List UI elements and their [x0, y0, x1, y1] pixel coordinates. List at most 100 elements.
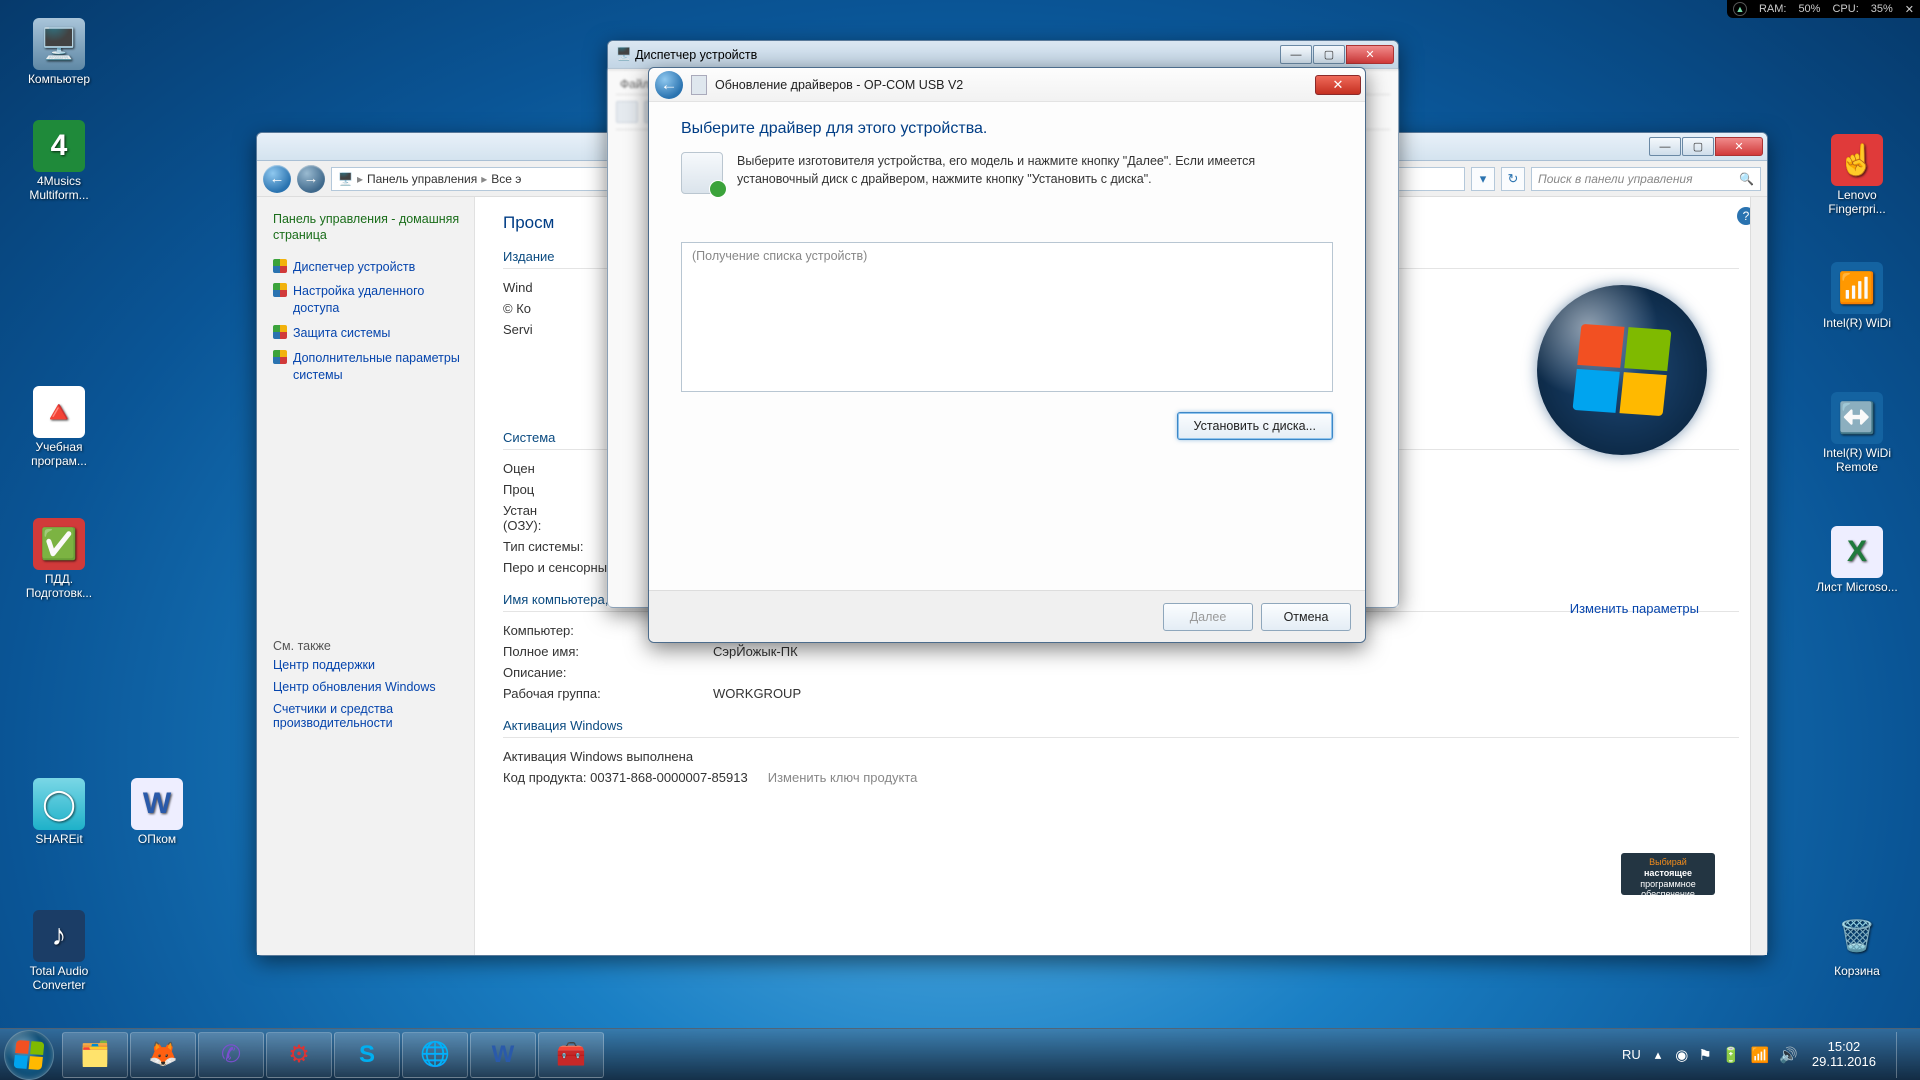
minimize-button[interactable]: — — [1649, 137, 1681, 156]
task-item-skype[interactable]: S — [334, 1032, 400, 1078]
sidebar-link-update[interactable]: Центр обновления Windows — [273, 677, 464, 697]
breadcrumb-root-icon: 🖥️ — [338, 172, 353, 186]
close-button[interactable]: ✕ — [1715, 137, 1763, 156]
task-item-firefox[interactable]: 🦊 — [130, 1032, 196, 1078]
dm-icon: 🖥️ — [616, 47, 632, 62]
netid-row: Рабочая группа:WORKGROUP — [503, 683, 1739, 704]
tray-up-icon[interactable]: ▴ — [1655, 1047, 1662, 1063]
tray-flag-icon[interactable]: ⚑ — [1698, 1046, 1711, 1064]
monitor-badge-icon: ▲ — [1733, 2, 1747, 16]
system-monitor-bar: ▲ RAM: 50% CPU: 35% ✕ — [1727, 0, 1920, 18]
task-item-app[interactable]: ⚙ — [266, 1032, 332, 1078]
shield-icon — [273, 325, 287, 339]
desktop-icon-recycle-bin[interactable]: 🗑️ Корзина — [1812, 910, 1902, 978]
task-items: 🗂️ 🦊 ✆ ⚙ S 🌐 W 🧰 — [62, 1032, 604, 1078]
close-button[interactable]: ✕ — [1315, 75, 1361, 95]
app-icon: ☝️ — [1831, 134, 1883, 186]
computer-icon: 🖥️ — [33, 18, 85, 70]
desktop-icon-total-audio[interactable]: ♪ Total Audio Converter — [14, 910, 104, 992]
refresh-button[interactable]: ↻ — [1501, 167, 1525, 191]
sidebar-home-link[interactable]: Панель управления - домашняя страница — [273, 211, 464, 244]
task-item-browser[interactable]: 🌐 — [402, 1032, 468, 1078]
breadcrumb-root[interactable]: Панель управления — [367, 172, 477, 186]
desktop-icon-computer[interactable]: 🖥️ Компьютер — [14, 18, 104, 86]
change-key-link[interactable]: Изменить ключ продукта — [768, 770, 918, 785]
sidebar-item-remote[interactable]: Настройка удаленного доступа — [273, 280, 464, 320]
sidebar-item-device-manager[interactable]: Диспетчер устройств — [273, 256, 464, 279]
change-params-link[interactable]: Изменить параметры — [1552, 601, 1699, 616]
task-item-toolbox[interactable]: 🧰 — [538, 1032, 604, 1078]
search-input[interactable]: Поиск в панели управления 🔍 — [1531, 167, 1761, 191]
scrollbar[interactable] — [1750, 197, 1767, 955]
shield-icon — [273, 350, 287, 364]
tray-network-icon[interactable]: 📶 — [1751, 1046, 1770, 1064]
shield-icon — [273, 259, 287, 273]
netid-row: Описание: — [503, 662, 1739, 683]
driver-update-wizard: ← Обновление драйверов - OP-COM USB V2 ✕… — [648, 67, 1366, 643]
netid-row: Полное имя:СэрЙожык-ПК — [503, 641, 1739, 662]
wizard-heading: Выберите драйвер для этого устройства. — [681, 120, 1333, 138]
device-icon — [691, 75, 707, 95]
see-also-title: См. также — [273, 639, 464, 653]
nav-back-button[interactable]: ← — [263, 165, 291, 193]
app-icon: 📶 — [1831, 262, 1883, 314]
close-button[interactable]: ✕ — [1346, 45, 1394, 64]
language-indicator[interactable]: RU — [1622, 1047, 1641, 1062]
tray-volume-icon[interactable]: 🔊 — [1779, 1046, 1798, 1064]
tray-battery-icon[interactable]: 🔋 — [1722, 1046, 1741, 1064]
maximize-button[interactable]: ▢ — [1313, 45, 1345, 64]
shield-icon — [1552, 601, 1566, 615]
task-item-word[interactable]: W — [470, 1032, 536, 1078]
show-desktop-button[interactable] — [1896, 1032, 1910, 1078]
section-activation: Активация Windows — [503, 718, 1739, 738]
nav-forward-button[interactable]: → — [297, 165, 325, 193]
app-icon: ✅ — [33, 518, 85, 570]
windows-logo — [1537, 285, 1707, 455]
wizard-titlebar[interactable]: ← Обновление драйверов - OP-COM USB V2 ✕ — [649, 68, 1365, 102]
tray-icon[interactable]: ◉ — [1675, 1046, 1688, 1064]
driver-install-icon — [681, 152, 723, 194]
desktop-icon-shareit[interactable]: ◯ SHAREit — [14, 778, 104, 846]
desktop-icon-excel-sheet[interactable]: X Лист Microso... — [1812, 526, 1902, 594]
clock[interactable]: 15:02 29.11.2016 — [1812, 1040, 1876, 1069]
desktop-icon-pdd-study[interactable]: 🔺 Учебная програм... — [14, 386, 104, 468]
task-item-viber[interactable]: ✆ — [198, 1032, 264, 1078]
monitor-close-icon[interactable]: ✕ — [1905, 3, 1914, 16]
wizard-instruction: Выберите изготовителя устройства, его мо… — [737, 152, 1333, 194]
start-button[interactable] — [4, 1030, 54, 1080]
dm-title: Диспетчер устройств — [635, 48, 757, 62]
app-icon: ◯ — [33, 778, 85, 830]
desktop-icon-opkom[interactable]: W ОПком — [112, 778, 202, 846]
install-from-disk-button[interactable]: Установить с диска... — [1177, 412, 1333, 440]
cancel-button[interactable]: Отмена — [1261, 603, 1351, 631]
minimize-button[interactable]: — — [1280, 45, 1312, 64]
ram-value: 50% — [1798, 3, 1820, 15]
taskbar: 🗂️ 🦊 ✆ ⚙ S 🌐 W 🧰 RU ▴ ◉ ⚑ 🔋 📶 🔊 15:02 29… — [0, 1028, 1920, 1080]
sidebar-item-system-protection[interactable]: Защита системы — [273, 322, 464, 345]
sidebar-link-support[interactable]: Центр поддержки — [273, 655, 464, 675]
task-item-explorer[interactable]: 🗂️ — [62, 1032, 128, 1078]
system-tray: RU ▴ ◉ ⚑ 🔋 📶 🔊 15:02 29.11.2016 — [1622, 1032, 1920, 1078]
wizard-instruction-row: Выберите изготовителя устройства, его мо… — [681, 152, 1333, 194]
shield-icon — [273, 283, 287, 297]
desktop-icon-4musics[interactable]: 4 4Musics Multiform... — [14, 120, 104, 202]
sidebar-link-perf[interactable]: Счетчики и средства производительности — [273, 699, 464, 733]
wizard-back-button[interactable]: ← — [655, 71, 683, 99]
desktop-icon-widi-remote[interactable]: ↔️ Intel(R) WiDi Remote — [1812, 392, 1902, 474]
sidebar-item-advanced[interactable]: Дополнительные параметры системы — [273, 347, 464, 387]
dm-titlebar[interactable]: 🖥️ Диспетчер устройств — ▢ ✕ — [608, 41, 1398, 69]
maximize-button[interactable]: ▢ — [1682, 137, 1714, 156]
desktop-icon-lenovo-fp[interactable]: ☝️ Lenovo Fingerpri... — [1812, 134, 1902, 216]
breadcrumb-sub[interactable]: Все э — [491, 172, 521, 186]
genuine-software-badge: Выбирай настоящее программное обеспечени… — [1621, 853, 1715, 895]
product-key-row: Код продукта: 00371-868-0000007-85913 Из… — [503, 767, 1739, 788]
desktop-icon-pdd-prep[interactable]: ✅ ПДД. Подготовк... — [14, 518, 104, 600]
device-list[interactable]: (Получение списка устройств) — [681, 242, 1333, 392]
next-button[interactable]: Далее — [1163, 603, 1253, 631]
wizard-footer: Далее Отмена — [649, 590, 1365, 642]
cpu-value: 35% — [1871, 3, 1893, 15]
desktop-icon-widi[interactable]: 📶 Intel(R) WiDi — [1812, 262, 1902, 330]
app-icon: ↔️ — [1831, 392, 1883, 444]
recyclebin-icon: 🗑️ — [1831, 910, 1883, 962]
breadcrumb-dropdown-button[interactable]: ▾ — [1471, 167, 1495, 191]
